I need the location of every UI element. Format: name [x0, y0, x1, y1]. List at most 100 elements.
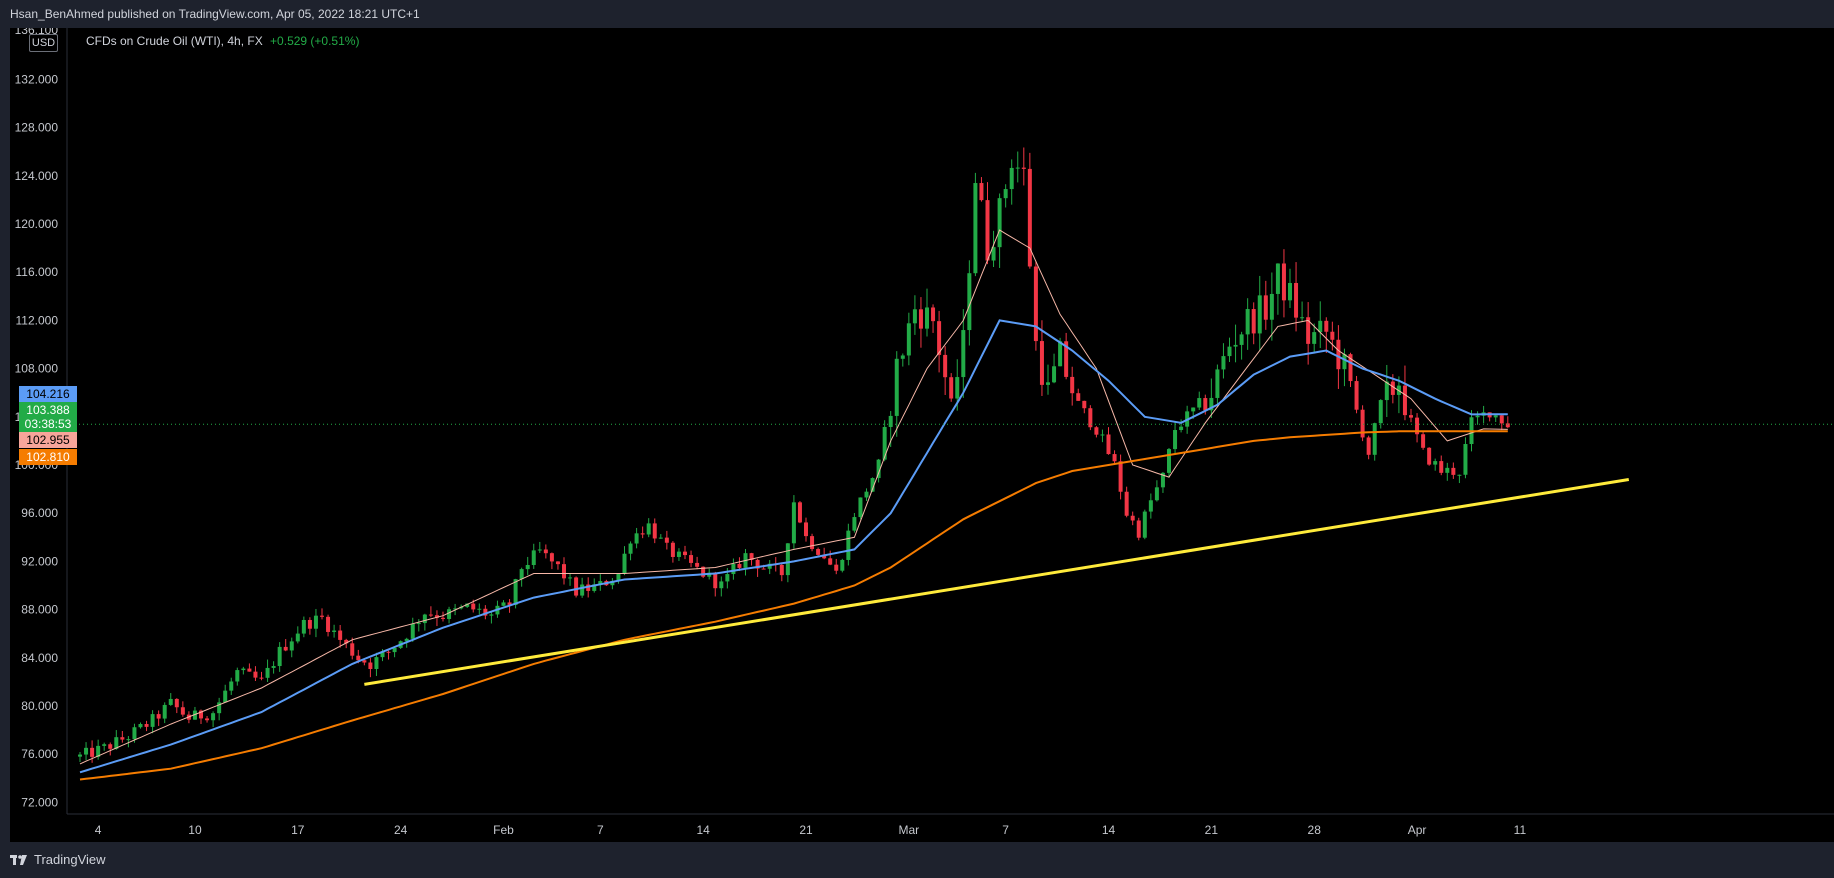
- candle-body: [949, 377, 954, 399]
- candle-body: [1330, 331, 1335, 340]
- candle-body: [937, 321, 942, 355]
- candle-body: [120, 737, 125, 740]
- candle-body: [410, 623, 415, 639]
- candle-body: [501, 602, 506, 606]
- candle-body: [580, 584, 585, 596]
- candle-body: [1233, 344, 1238, 347]
- candle-body: [471, 603, 476, 610]
- x-tick-label: 17: [291, 823, 305, 837]
- candle-body: [1070, 376, 1075, 394]
- y-tick-label: 76.000: [21, 747, 58, 761]
- candle-body: [713, 572, 718, 589]
- y-tick-label: 80.000: [21, 699, 58, 713]
- candle-body: [549, 553, 554, 562]
- x-tick-label: 10: [188, 823, 202, 837]
- candle-body: [108, 744, 113, 749]
- candle-body: [205, 718, 210, 721]
- tradingview-logo[interactable]: TradingView: [10, 842, 106, 878]
- candle-body: [78, 754, 82, 757]
- candle-body: [519, 569, 524, 580]
- candle-body: [1033, 266, 1038, 342]
- candle-body: [1445, 467, 1450, 473]
- candle-body: [265, 667, 270, 678]
- candle-body: [150, 714, 155, 727]
- footer-bar: TradingView: [0, 842, 1834, 878]
- x-tick-label: 24: [394, 823, 408, 837]
- candle-body: [761, 568, 766, 570]
- y-tick-label: 96.000: [21, 506, 58, 520]
- candle-body: [126, 739, 131, 741]
- candle-body: [785, 543, 790, 576]
- candle-body: [658, 537, 663, 539]
- candle-body: [852, 517, 857, 531]
- candle-body: [1251, 309, 1256, 334]
- y-tick-label: 92.000: [21, 554, 58, 568]
- candle-body: [997, 198, 1002, 248]
- candle-body: [1058, 341, 1063, 367]
- candle-body: [543, 549, 548, 554]
- candle-body: [1366, 437, 1371, 455]
- candle-body: [168, 698, 173, 705]
- x-tick-label: Feb: [493, 823, 514, 837]
- candle-body: [428, 614, 433, 616]
- candle-body: [652, 523, 657, 539]
- candle-body: [906, 323, 911, 356]
- candle-body: [477, 608, 482, 610]
- x-tick-label: 7: [1002, 823, 1009, 837]
- candle-body: [525, 565, 530, 570]
- currency-badge[interactable]: USD: [29, 34, 58, 52]
- candle-body: [1197, 398, 1202, 408]
- candle-body: [1118, 461, 1123, 492]
- candle-body: [816, 549, 821, 555]
- price-change: +0.529 (+0.51%): [270, 34, 360, 48]
- candle-body: [1154, 487, 1159, 501]
- candle-body: [1427, 447, 1432, 465]
- candle-body: [1142, 511, 1147, 538]
- candle-body: [1179, 426, 1184, 431]
- candle-body: [689, 555, 694, 563]
- candle-body: [1082, 400, 1087, 409]
- candle-body: [1475, 415, 1480, 418]
- candle-body: [1106, 434, 1111, 455]
- candle-body: [683, 551, 687, 556]
- candle-body: [1324, 320, 1329, 332]
- candle-body: [737, 563, 742, 568]
- candle-body: [283, 646, 288, 651]
- candle-body: [1372, 423, 1377, 455]
- x-tick-label: Mar: [899, 823, 920, 837]
- candle-body: [1167, 449, 1171, 473]
- chart-area[interactable]: 136.100 132.000 128.000 124.000 120.000 116.0…: [10, 28, 1834, 842]
- candle-body: [422, 614, 427, 624]
- candle-body: [858, 497, 863, 518]
- candle-body: [1384, 381, 1389, 401]
- y-tick-label: 84.000: [21, 651, 58, 665]
- candle-body: [1148, 500, 1153, 512]
- candle-body: [368, 662, 373, 670]
- x-tick-label: 21: [799, 823, 813, 837]
- x-tick-label: 21: [1205, 823, 1219, 837]
- candle-body: [320, 615, 324, 617]
- candle-body: [670, 542, 675, 557]
- price-chart[interactable]: 136.100132.000128.000124.000120.000116.0…: [10, 28, 1834, 842]
- candle-body: [1294, 283, 1299, 318]
- candle-body: [1269, 293, 1274, 320]
- candle-body: [961, 330, 966, 378]
- candle-body: [295, 633, 300, 642]
- candle-body: [1336, 339, 1341, 370]
- price-tag: 104.216: [19, 386, 77, 402]
- candle-body: [1463, 444, 1468, 475]
- candle-body: [973, 183, 978, 274]
- candle-body: [1173, 430, 1178, 450]
- candle-body: [779, 564, 784, 576]
- candle-body: [271, 666, 276, 668]
- candle-body: [894, 358, 899, 416]
- candle-body: [1076, 393, 1081, 401]
- candle-body: [1499, 415, 1504, 424]
- candle-body: [1451, 467, 1456, 475]
- candle-body: [664, 537, 669, 543]
- candle-body: [1215, 369, 1220, 398]
- candle-body: [1402, 385, 1407, 416]
- candle-body: [211, 713, 216, 721]
- candle-body: [646, 523, 651, 535]
- candle-body: [253, 671, 258, 678]
